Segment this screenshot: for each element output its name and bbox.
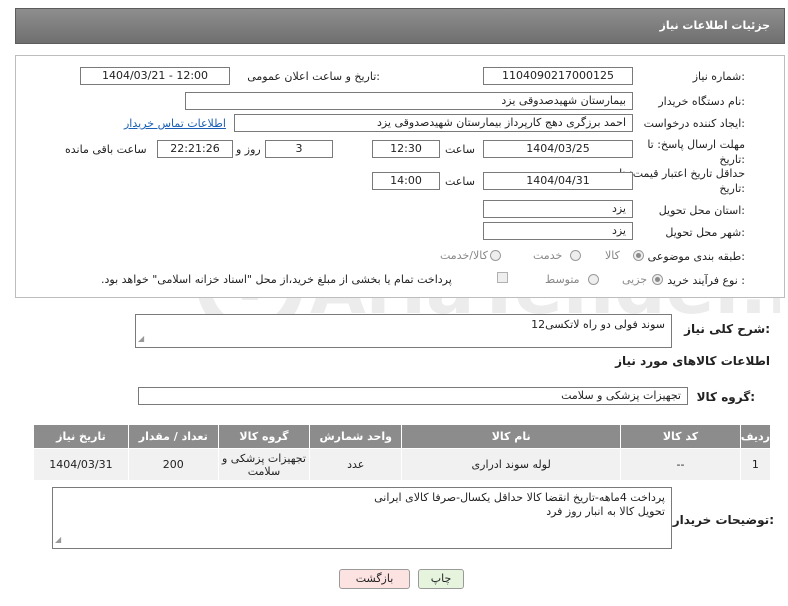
deadline-time-label: ساعت: [445, 143, 475, 156]
process-option-medium: متوسط: [545, 273, 580, 286]
treasury-checkbox[interactable]: [497, 272, 508, 283]
cell-code: --: [620, 448, 741, 481]
resize-grip-icon[interactable]: ◢: [55, 533, 61, 547]
buyer-notes-textarea: پرداخت 4ماهه-تاریخ انقضا کالا حداقل یکسا…: [52, 487, 672, 549]
cell-name: لوله سوند ادراری: [401, 448, 622, 481]
back-button[interactable]: بازگشت: [339, 569, 410, 589]
process-radio-minor[interactable]: [652, 274, 663, 285]
description-text: سوند فولی دو راه لاتکسی12: [531, 318, 665, 331]
category-option-goods: کالا: [605, 249, 620, 262]
cell-row: 1: [739, 448, 772, 481]
col-unit: واحد شمارش: [309, 424, 403, 449]
announce-label: تاریخ و ساعت اعلان عمومی:: [247, 70, 380, 83]
days-label: روز و: [236, 143, 261, 156]
page-header: جزئیات اطلاعات نیاز: [15, 8, 785, 44]
days-field: 3: [265, 140, 333, 158]
price-validity-time-label: ساعت: [445, 175, 475, 188]
remaining-label: ساعت باقی مانده: [65, 143, 147, 156]
need-number-label: شماره نیاز:: [692, 70, 745, 83]
category-radio-goods[interactable]: [633, 250, 644, 261]
deadline-label: مهلت ارسال پاسخ: تا تاریخ:: [647, 138, 745, 166]
deadline-date-field: 1404/03/25: [483, 140, 633, 158]
col-row: ردیف: [739, 424, 772, 449]
buyer-label: نام دستگاه خریدار:: [658, 95, 745, 108]
cell-group: تجهیزات پزشکی و سلامت: [217, 448, 311, 481]
description-label: شرح کلی نیاز:: [684, 322, 770, 336]
category-option-both: کالا/خدمت: [440, 249, 488, 262]
goods-section-title: اطلاعات کالاهای مورد نیاز: [615, 354, 770, 368]
creator-label: ایجاد کننده درخواست:: [643, 117, 745, 130]
page-title: جزئیات اطلاعات نیاز: [659, 19, 771, 32]
buyer-field: بیمارستان شهیدصدوقی یزد: [185, 92, 633, 110]
process-radio-medium[interactable]: [588, 274, 599, 285]
province-label: استان محل تحویل:: [658, 204, 745, 217]
goods-group-label: گروه کالا:: [696, 390, 755, 404]
table-header-row: تاریخ نیاز تعداد / مقدار گروه کالا واحد …: [33, 424, 772, 449]
col-code: کد کالا: [620, 424, 741, 449]
goods-group-field: تجهیزات پزشکی و سلامت: [138, 387, 688, 405]
city-field: یزد: [483, 222, 633, 240]
process-option-minor: جزیی: [622, 273, 648, 286]
category-radio-service[interactable]: [570, 250, 581, 261]
col-group: گروه کالا: [217, 424, 311, 449]
payment-note: پرداخت تمام یا بخشی از مبلغ خرید،از محل …: [101, 273, 452, 286]
col-date: تاریخ نیاز: [33, 424, 129, 449]
announce-field: 1404/03/21 - 12:00: [80, 67, 230, 85]
remaining-time-field: 22:21:26: [157, 140, 233, 158]
buyer-notes-label: توضیحات خریدار:: [672, 513, 774, 527]
province-field: یزد: [483, 200, 633, 218]
buyer-notes-line-2: تحویل کالا به انبار روز فرد: [546, 505, 665, 518]
category-label: طبقه بندی موضوعی:: [647, 250, 745, 263]
col-name: نام کالا: [401, 424, 622, 449]
goods-table: تاریخ نیاز تعداد / مقدار گروه کالا واحد …: [33, 424, 772, 481]
resize-grip-icon[interactable]: ◢: [138, 332, 144, 346]
city-label: شهر محل تحویل:: [665, 226, 745, 239]
col-qty: تعداد / مقدار: [127, 424, 219, 449]
need-number-field: 1104090217000125: [483, 67, 633, 85]
category-radio-both[interactable]: [490, 250, 501, 261]
category-option-service: خدمت: [533, 249, 563, 262]
creator-field: احمد برزگری دهج کارپرداز بیمارستان شهیدص…: [234, 114, 633, 132]
cell-qty: 200: [127, 448, 219, 481]
deadline-time-field: 12:30: [372, 140, 440, 158]
table-row: 1404/03/31 200 تجهیزات پزشکی و سلامت عدد…: [33, 448, 772, 481]
price-validity-date-field: 1404/04/31: [483, 172, 633, 190]
process-label: نوع فرآیند خرید :: [667, 274, 745, 287]
description-textarea: سوند فولی دو راه لاتکسی12 ◢: [135, 314, 672, 348]
buyer-notes-line-1: پرداخت 4ماهه-تاریخ انقضا کالا حداقل یکسا…: [374, 491, 665, 504]
cell-unit: عدد: [309, 448, 403, 481]
buyer-contact-link[interactable]: اطلاعات تماس خریدار: [124, 117, 226, 130]
price-validity-time-field: 14:00: [372, 172, 440, 190]
print-button[interactable]: چاپ: [418, 569, 464, 589]
cell-date: 1404/03/31: [33, 448, 129, 481]
